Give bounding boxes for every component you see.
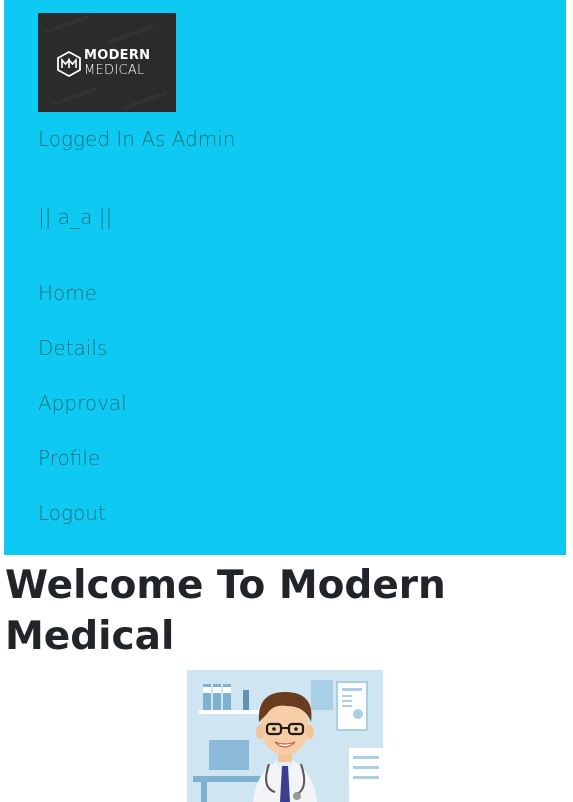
page-title: Welcome To Modern Medical: [5, 563, 446, 659]
logged-in-text: Logged In As Admin: [38, 127, 236, 151]
logo-text-line2: MEDICAL: [84, 63, 145, 78]
nav-details[interactable]: Details: [38, 336, 107, 360]
username-label: || a_a ||: [38, 205, 113, 229]
logo-monogram-icon: [57, 51, 81, 77]
logo[interactable]: modernmedical modernmedical modernmedica…: [38, 13, 176, 112]
logo-watermark: modernmedical: [52, 85, 99, 108]
logo-watermark: modernmedical: [108, 23, 155, 46]
sidebar: modernmedical modernmedical modernmedica…: [4, 0, 566, 555]
logo-watermark: modernmedical: [122, 89, 169, 112]
doctor-illustration-icon: [187, 670, 383, 802]
nav-approval[interactable]: Approval: [38, 391, 127, 415]
doctor-illustration: [187, 670, 383, 802]
nav-profile[interactable]: Profile: [38, 446, 100, 470]
logo-watermark: modernmedical: [44, 13, 91, 36]
nav-home[interactable]: Home: [38, 281, 97, 305]
logo-text-line1: MODERN: [84, 48, 151, 63]
nav-logout[interactable]: Logout: [38, 501, 106, 525]
